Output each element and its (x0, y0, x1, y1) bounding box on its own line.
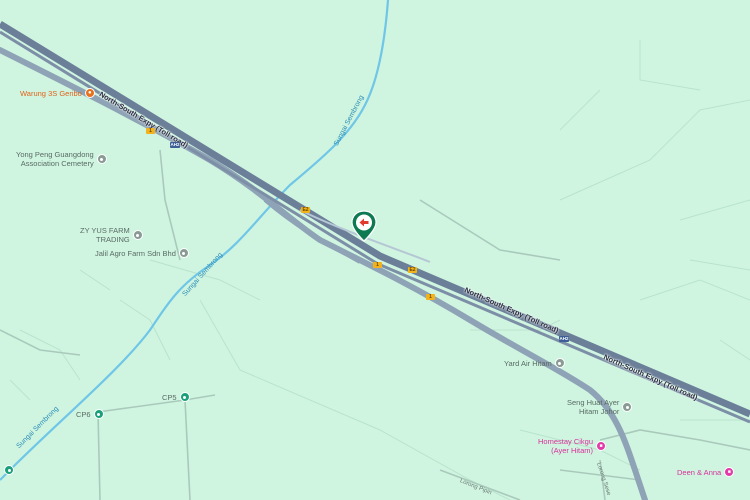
place-icon (622, 402, 633, 412)
location-marker-arrow-icon[interactable] (351, 210, 377, 242)
hotel-icon: ■ (724, 467, 735, 477)
poi-label-line1: Homestay Cikgu (538, 437, 594, 446)
poi-label-line2: (Ayer Hitam) (551, 446, 594, 455)
ah2-shield: AH2 (559, 336, 569, 342)
poi-label-line2: Hitam Johor (578, 407, 620, 416)
poi-deen-anna[interactable]: Deen & Anna ■ (677, 467, 735, 477)
poi-seng-huat[interactable]: Seng Huat Ayer Hitam Johor (567, 398, 633, 416)
poi-cp5[interactable]: CP5 (162, 392, 190, 402)
restaurant-icon: ● (84, 88, 95, 98)
poi-label: Jalil Agro Farm Sdn Bhd (95, 248, 176, 258)
poi-label: Deen & Anna (677, 467, 722, 477)
route-shield: 1 (373, 262, 382, 268)
e2-shield: E2 (408, 267, 417, 273)
poi-label-line1: Yong Peng Guangdong (16, 150, 94, 159)
poi-yong-peng-cemetery[interactable]: Yong Peng Guangdong Association Cemetery (16, 150, 107, 168)
poi-label: CP6 (76, 409, 91, 419)
place-icon (96, 154, 107, 164)
place-icon (179, 392, 190, 402)
place-icon (4, 465, 14, 475)
route-shield: 1 (146, 128, 155, 134)
hotel-icon: ■ (596, 441, 607, 451)
poi-warung[interactable]: Warung 3S Geribo ● (20, 88, 95, 98)
poi-jalil-agro[interactable]: Jalil Agro Farm Sdn Bhd (95, 248, 189, 258)
poi-label: Warung 3S Geribo (20, 88, 82, 98)
poi-label-line2: TRADING (96, 235, 130, 244)
poi-zy-yus-farm[interactable]: ZY YUS FARM TRADING (80, 226, 143, 244)
poi-label-line1: ZY YUS FARM (80, 226, 130, 235)
poi-edge[interactable] (4, 465, 14, 475)
place-icon (132, 230, 143, 240)
place-icon (178, 248, 189, 258)
poi-label-line2: Association Cemetery (20, 159, 94, 168)
place-icon (554, 358, 565, 368)
poi-label: CP5 (162, 392, 177, 402)
poi-yard-air-hitam[interactable]: Yard Air Hitam (504, 358, 565, 368)
poi-label-line1: Seng Huat Ayer (567, 398, 620, 407)
ah2-shield: AH2 (170, 142, 180, 148)
map-canvas[interactable]: North-South Expy (Toll road) North-South… (0, 0, 750, 500)
poi-homestay-cikgu[interactable]: Homestay Cikgu (Ayer Hitam) ■ (538, 437, 607, 455)
place-icon (93, 409, 104, 419)
route-shield: 1 (426, 294, 435, 300)
e2-shield: E2 (301, 207, 310, 213)
poi-cp6[interactable]: CP6 (76, 409, 104, 419)
poi-label: Yard Air Hitam (504, 358, 552, 368)
